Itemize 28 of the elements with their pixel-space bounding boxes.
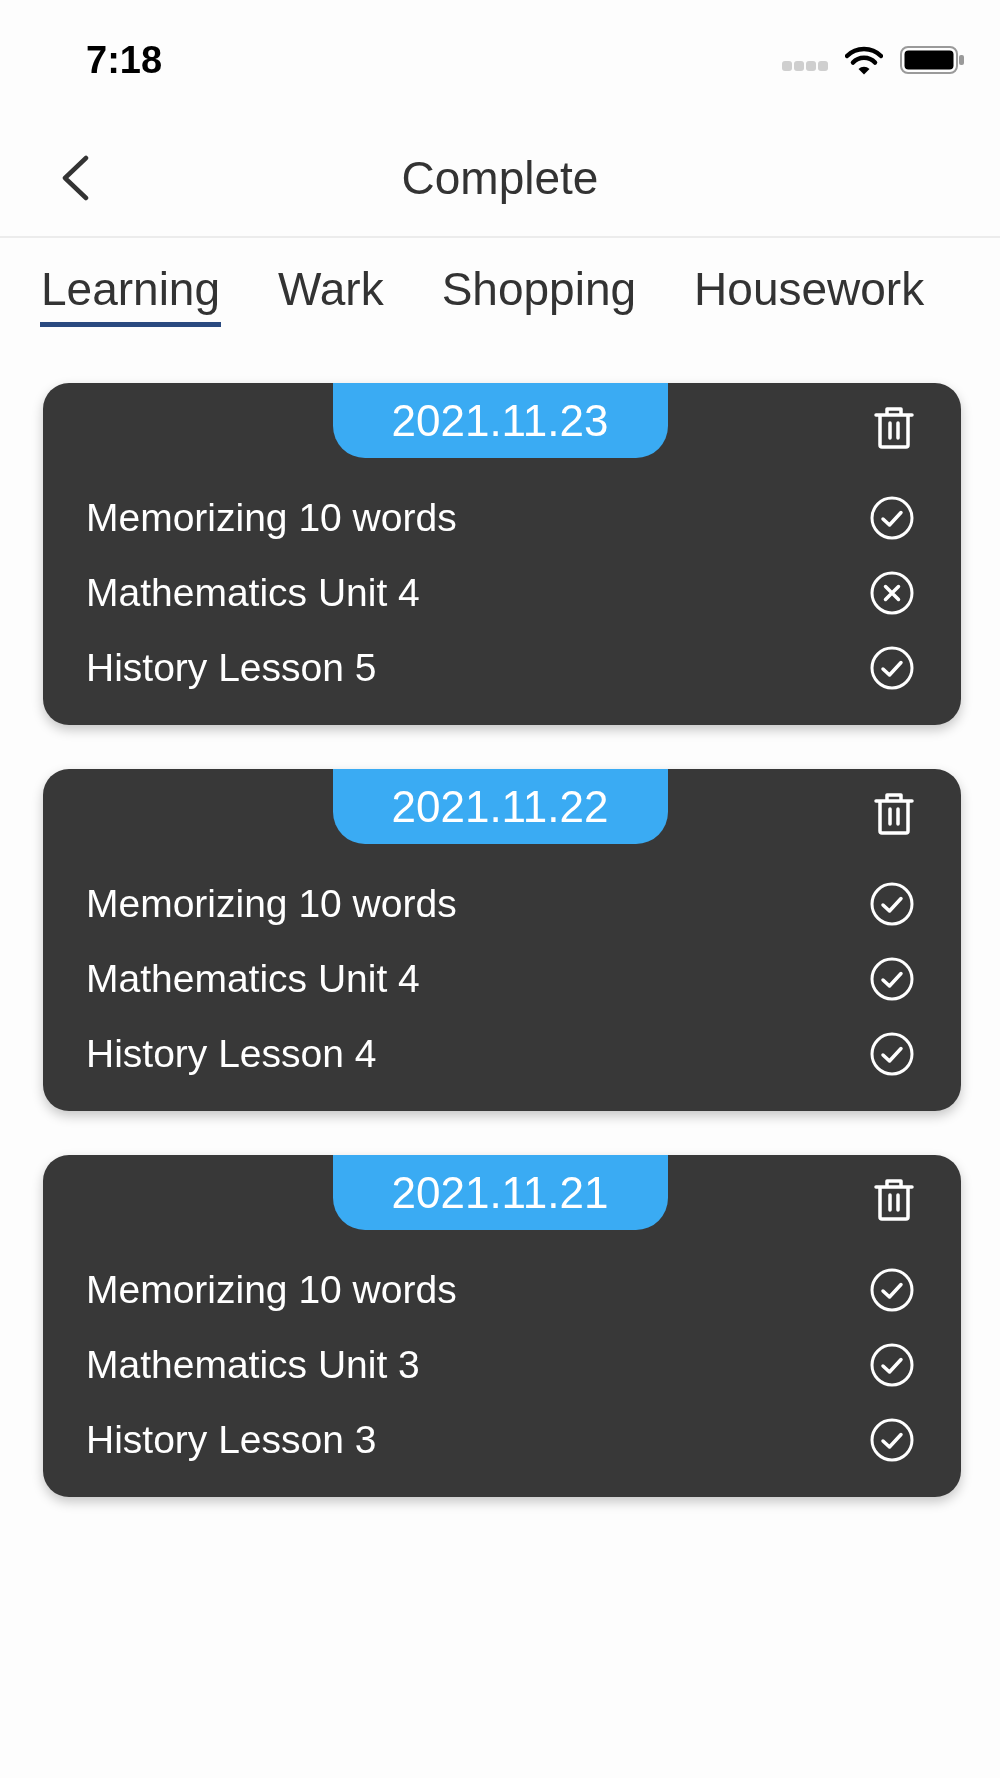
back-icon (60, 155, 90, 201)
delete-button[interactable] (874, 406, 914, 450)
task-name: Mathematics Unit 3 (86, 1342, 420, 1387)
task-name: Memorizing 10 words (86, 1267, 457, 1312)
task-name: Memorizing 10 words (86, 881, 457, 926)
date-label: 2021.11.22 (332, 769, 668, 844)
task-name: Mathematics Unit 4 (86, 570, 420, 615)
delete-button[interactable] (874, 792, 914, 836)
delete-button[interactable] (874, 1178, 914, 1222)
task-name: Mathematics Unit 4 (86, 956, 420, 1001)
wifi-icon (845, 45, 883, 75)
trash-icon (874, 406, 914, 450)
date-label: 2021.11.21 (332, 1155, 668, 1230)
task-name: History Lesson 5 (86, 645, 377, 690)
battery-icon (900, 46, 964, 74)
category-tab[interactable]: Wark (277, 262, 385, 327)
category-tab[interactable]: Learning (40, 262, 222, 327)
date-label: 2021.11.23 (332, 383, 668, 458)
task-name: Memorizing 10 words (86, 495, 457, 540)
task-name: History Lesson 3 (86, 1417, 377, 1462)
status-time: 7:18 (86, 41, 163, 79)
category-tab[interactable]: Shopping (440, 262, 638, 327)
trash-icon (874, 1178, 914, 1222)
signal-icon (782, 61, 828, 71)
trash-icon (874, 792, 914, 836)
task-name: History Lesson 4 (86, 1031, 377, 1076)
page-title: Complete (401, 151, 599, 205)
category-tab[interactable]: Housework (693, 262, 926, 327)
